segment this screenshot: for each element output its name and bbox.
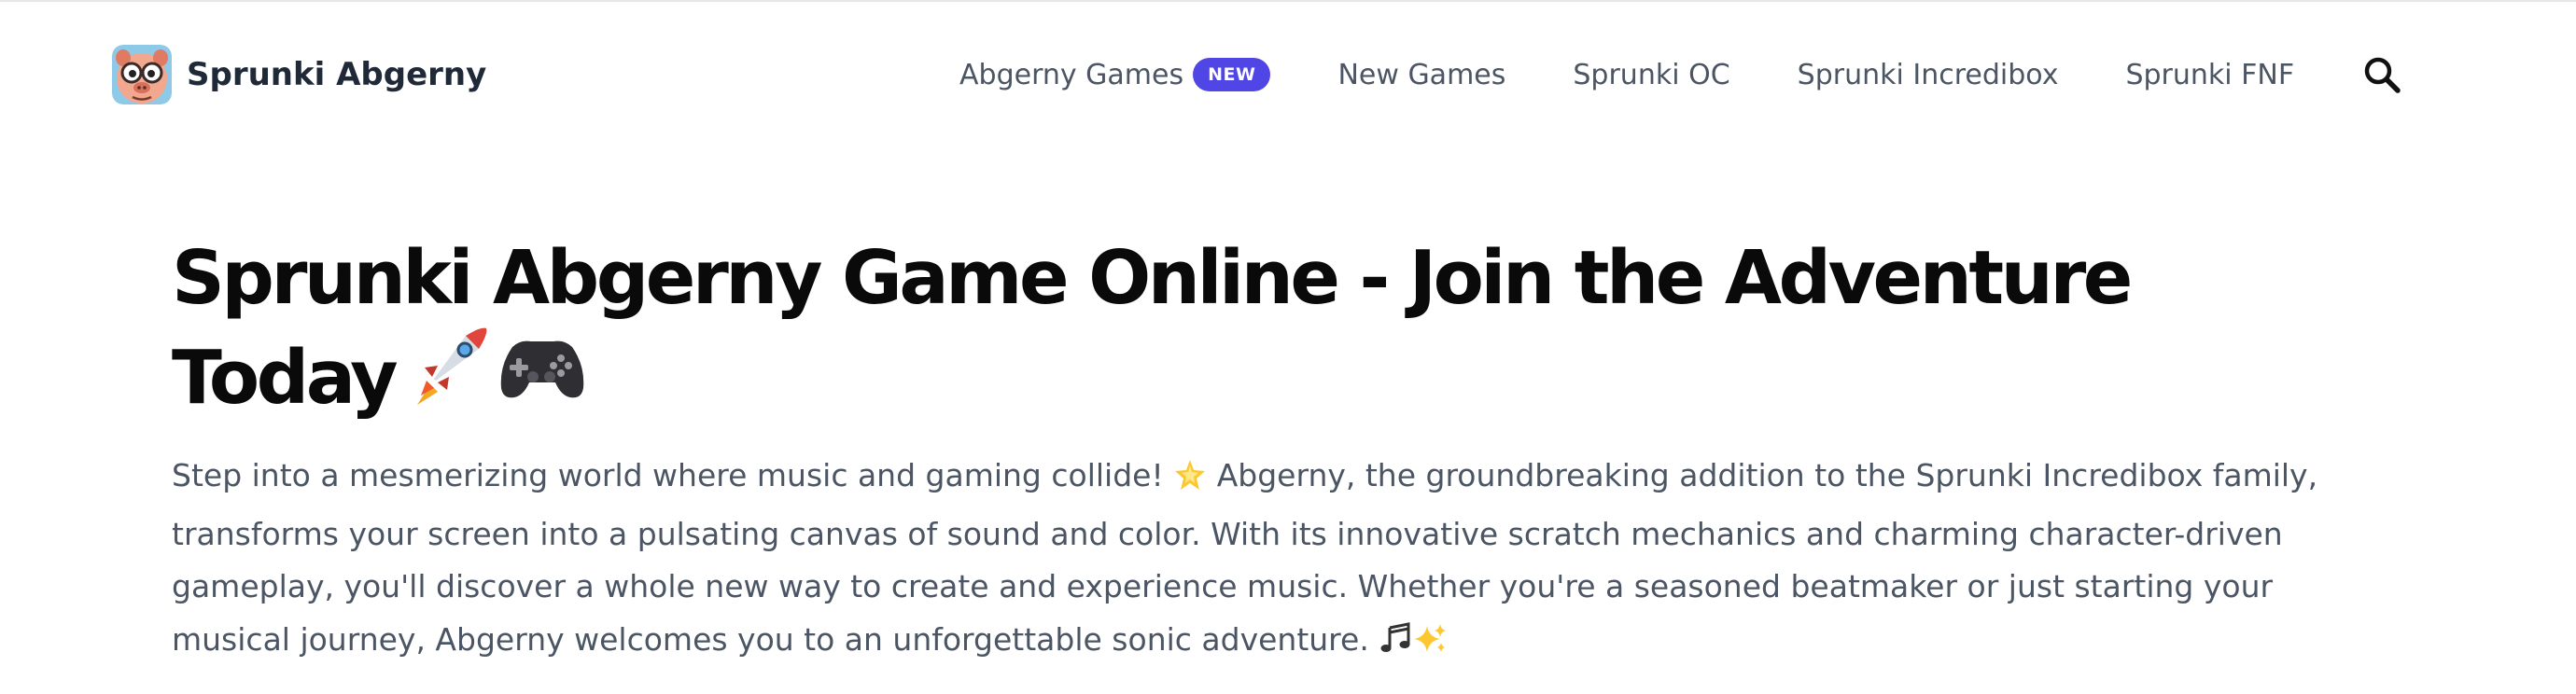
nav-item-label: Sprunki FNF: [2125, 58, 2295, 91]
desc-line-2: transforms your screen into a pulsating …: [172, 515, 2283, 552]
music-notes-icon: [1379, 619, 1414, 673]
site-header: Sprunki Abgerny Abgerny Games NEW New Ga…: [0, 2, 2576, 147]
main-nav: Abgerny Games NEW New Games Sprunki OC S…: [959, 45, 2294, 104]
glowing-star-icon: [1173, 455, 1207, 508]
title-emojis: [406, 321, 591, 426]
desc-line-3: gameplay, you'll discover a whole new wa…: [172, 568, 2274, 604]
rocket-icon: [406, 321, 496, 426]
desc-line-1-a: Step into a mesmerizing world where musi…: [172, 457, 1164, 493]
title-line-2-text: Today: [172, 335, 399, 421]
cartoon-pig-face-icon: [112, 45, 172, 104]
game-controller-icon: [496, 321, 591, 426]
title-line-1: Sprunki Abgerny Game Online - Join the A…: [172, 235, 2133, 321]
desc-line-4-text: musical journey, Abgerny welcomes you to…: [172, 620, 1369, 658]
new-badge: NEW: [1193, 58, 1271, 91]
desc-line-1-b: Abgerny, the groundbreaking addition to …: [1216, 457, 2318, 493]
desc-line-4: musical journey, Abgerny welcomes you to…: [172, 614, 2449, 673]
nav-item-sprunki-incredibox[interactable]: Sprunki Incredibox: [1798, 59, 2059, 91]
nav-item-label: Sprunki OC: [1573, 58, 1730, 91]
nav-item-label: Sprunki Incredibox: [1797, 58, 2059, 91]
hero-description: Step into a mesmerizing world where musi…: [172, 450, 2449, 672]
nav-item-sprunki-fnf[interactable]: Sprunki FNF: [2125, 59, 2294, 91]
desc-line-1: Step into a mesmerizing world where musi…: [172, 450, 2449, 508]
nav-item-label: Abgerny Games: [959, 58, 1184, 91]
title-line-2: Today: [172, 321, 2449, 426]
nav-item-new-games[interactable]: New Games: [1337, 59, 1505, 91]
nav-item-sprunki-oc[interactable]: Sprunki OC: [1573, 59, 1729, 91]
nav-item-abgerny-games[interactable]: Abgerny Games NEW: [959, 58, 1271, 91]
nav-item-label: New Games: [1337, 58, 1506, 91]
brand-name: Sprunki Abgerny: [187, 56, 487, 93]
page-title: Sprunki Abgerny Game Online - Join the A…: [172, 235, 2449, 426]
sparkles-icon: [1414, 619, 1448, 673]
brand-link[interactable]: Sprunki Abgerny: [112, 45, 486, 104]
page: Sprunki Abgerny Abgerny Games NEW New Ga…: [0, 0, 2576, 694]
search-icon[interactable]: [2361, 54, 2402, 95]
